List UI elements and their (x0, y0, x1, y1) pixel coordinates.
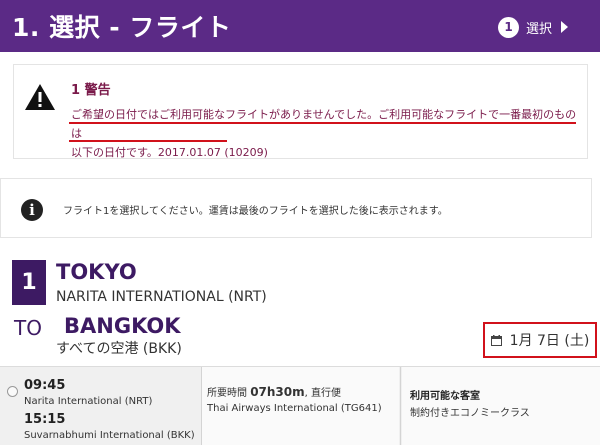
info-notice: i フライト1を選択してください。運賃は最後のフライトを選択した後に表示されます… (0, 178, 592, 238)
leg-number-badge: 1 (12, 260, 46, 305)
calendar-icon (490, 334, 502, 346)
step-number-badge: 1 (498, 16, 519, 38)
highlight-underline-1 (69, 122, 576, 124)
warning-message: ご希望の日付ではご利用可能なフライトがありませんでした。ご利用可能なフライトで一… (71, 105, 583, 162)
departure-airport: Narita International (NRT) (24, 396, 153, 407)
departure-time: 09:45 (24, 378, 66, 393)
origin-city: TOKYO (56, 260, 137, 284)
airline-info: Thai Airways International (TG641) (207, 403, 382, 414)
destination-city: BANGKOK (64, 314, 181, 338)
info-text: フライト1を選択してください。運賃は最後のフライトを選択した後に表示されます。 (63, 206, 448, 217)
warning-alert: 1 警告 ご希望の日付ではご利用可能なフライトがありませんでした。ご利用可能なフ… (13, 64, 588, 159)
cabin-title: 利用可能な客室 (410, 391, 480, 402)
stops-info: , 直行便 (304, 388, 341, 399)
destination-airport: すべての空港 (BKK) (56, 341, 182, 357)
cabin-cell: 利用可能な客室 制約付きエコノミークラス (402, 367, 600, 445)
step-navigation-button[interactable]: 1 選択 (498, 16, 569, 38)
to-label: TO (14, 316, 42, 340)
warning-message-line-2: 以下の日付です。2017.01.07 (10209) (71, 146, 268, 159)
arrival-time: 15:15 (24, 412, 66, 427)
duration-label: 所要時間 (207, 388, 247, 399)
travel-date-selector[interactable]: 1月 7日 (土) (483, 322, 597, 358)
chevron-right-icon (561, 21, 569, 33)
duration-line: 所要時間 07h30m, 直行便 (207, 384, 341, 399)
page-title: 1. 選択 - フライト (12, 13, 232, 42)
arrival-airport: Suvarnabhumi International (BKK) (24, 430, 195, 441)
column-divider (400, 367, 401, 445)
warning-triangle-icon (25, 84, 55, 110)
cabin-class: 制約付きエコノミークラス (410, 408, 530, 419)
travel-date: 1月 7日 (土) (509, 333, 590, 349)
step-label: 選択 (526, 21, 553, 37)
highlight-underline-2 (69, 140, 227, 142)
flight-details-cell: 所要時間 07h30m, 直行便 Thai Airways Internatio… (202, 367, 399, 445)
warning-message-line-1: ご希望の日付ではご利用可能なフライトがありませんでした。ご利用可能なフライトで一… (71, 108, 577, 140)
page-header: 1. 選択 - フライト 1 選択 (0, 0, 600, 52)
origin-airport: NARITA INTERNATIONAL (NRT) (56, 289, 267, 305)
info-icon: i (21, 199, 43, 221)
flight-select-radio[interactable] (7, 386, 18, 397)
flight-option-row[interactable]: 09:45 Narita International (NRT) 15:15 S… (0, 366, 600, 445)
warning-title: 1 警告 (71, 83, 111, 98)
duration-value: 07h30m (250, 385, 305, 399)
